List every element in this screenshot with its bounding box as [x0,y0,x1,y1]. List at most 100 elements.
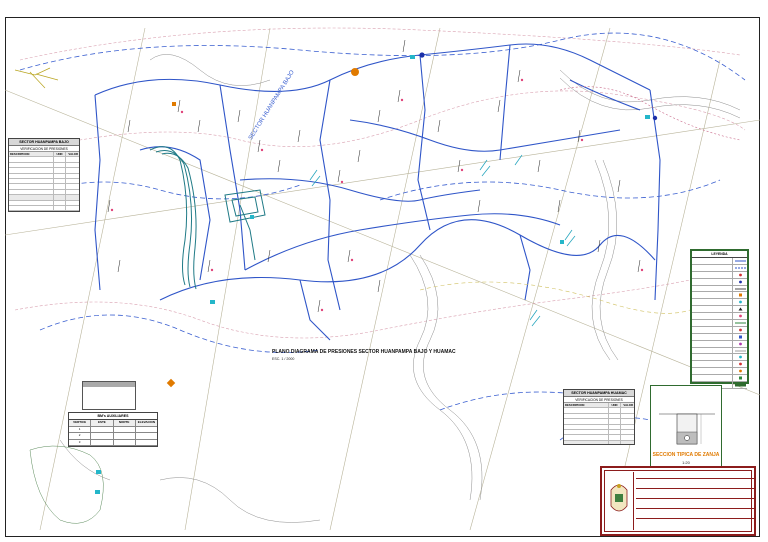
legend-symbol-icon [732,320,747,326]
cell: 2 [78,433,81,437]
benchmark-table-title: BM's AUXILIARES [69,413,157,420]
legend-item [692,333,747,341]
table-cell [620,435,634,440]
legend-symbol-icon [732,361,747,368]
table-cell [65,184,79,189]
right-table-rows: DESCRIPCION UND VALOR [564,403,634,444]
table-cell [53,168,65,173]
table-cell [564,430,608,434]
trench-section-name: SECCION TIPICA DE ZANJA [652,452,720,458]
cell [134,433,157,439]
auxiliary-small-table [82,381,136,410]
legend-symbol-icon [732,313,747,320]
legend-symbol-icon [732,285,747,292]
table-cell [564,414,608,418]
table-cell [53,162,65,168]
legend-item [692,347,747,355]
table-cell [53,173,65,178]
legend-item [692,271,747,279]
legend-item [692,264,747,272]
legend-item [692,375,747,383]
legend-symbol-icon [732,347,747,354]
legend-symbol-icon [732,368,747,375]
plan-scale: ESC. 1 / 2000 [272,357,295,361]
legend-item [692,320,747,327]
table-cell: DESCRIPCION [565,403,585,407]
table-cell: UND [608,403,620,408]
table-cell [620,419,634,424]
cell [90,433,112,439]
table-cell [620,424,634,429]
trench-section-box: SECCION TIPICA DE ZANJA 1:20 [650,385,722,469]
legend-symbol-icon [732,382,747,388]
table-cell [53,178,65,184]
trench-section-scale: 1:20 [682,460,690,465]
legend-symbol-icon [732,278,747,285]
table-cell [9,163,53,167]
right-pressure-table: SECTOR HUANPAMPA HUAMAC VERIFICACION DE … [563,389,635,445]
table-cell [65,162,79,168]
table-cell [65,195,79,200]
legend-symbol-icon [732,271,747,278]
legend-symbol-icon [732,326,747,333]
table-cell [608,424,620,429]
table-row: 3 [69,439,157,446]
table-cell: DESCRIPCION [10,152,30,156]
table-cell [9,184,53,188]
table-cell [564,425,608,429]
header-vertex: VERTICE [73,420,87,424]
legend-item [692,354,747,362]
table-cell: UND [53,152,65,157]
table-cell [9,211,53,212]
legend-item [692,326,747,334]
legend-symbol-icon [732,333,747,340]
legend-symbol-icon [732,375,747,382]
table-cell [65,200,79,205]
cell: 1 [78,426,81,431]
table-cell [53,184,65,189]
trench-section-drawing [659,413,715,445]
seal-icon [610,484,628,512]
legend-item [692,340,747,348]
legend-item [692,285,747,293]
cell [134,439,157,445]
table-cell [9,179,53,183]
cell [90,426,112,432]
table-cell [620,408,634,413]
table-row [564,440,634,444]
table-cell [53,211,65,212]
table-cell [9,190,53,194]
legend-items [692,258,747,389]
cell [112,433,135,439]
title-block [600,466,756,536]
left-pressure-table: SECTOR HUANPAMPA BAJO VERIFICACION DE PR… [8,138,80,212]
table-cell [65,205,79,211]
left-table-rows: DESCRIPCION UND VALOR [9,152,79,212]
legend-symbol-icon [732,299,747,306]
table-cell [53,205,65,211]
table-cell: VALOR [620,403,634,408]
benchmark-table: BM's AUXILIARES VERTICE ESTE NORTE ELEVA… [68,412,158,447]
left-table-title: SECTOR HUANPAMPA BAJO [9,139,79,146]
table-cell [564,408,608,412]
legend-item [692,299,747,307]
table-cell: VALOR [65,152,79,157]
header-east: ESTE [90,420,112,426]
table-cell [9,206,53,210]
table-cell [620,440,634,444]
cell [112,426,135,432]
legend-item [692,258,747,265]
table-cell [65,168,79,173]
table-cell [9,201,53,205]
legend-symbol-icon [732,258,747,264]
institution-seal [605,472,634,530]
table-cell [608,440,620,444]
table-cell [608,419,620,424]
legend-symbol-icon [732,264,747,271]
table-cell [9,157,53,161]
legend-symbol-icon [732,292,747,299]
table-cell [620,413,634,419]
legend-symbol-icon [732,340,747,347]
table-cell [53,189,65,195]
cell: 3 [78,439,81,444]
